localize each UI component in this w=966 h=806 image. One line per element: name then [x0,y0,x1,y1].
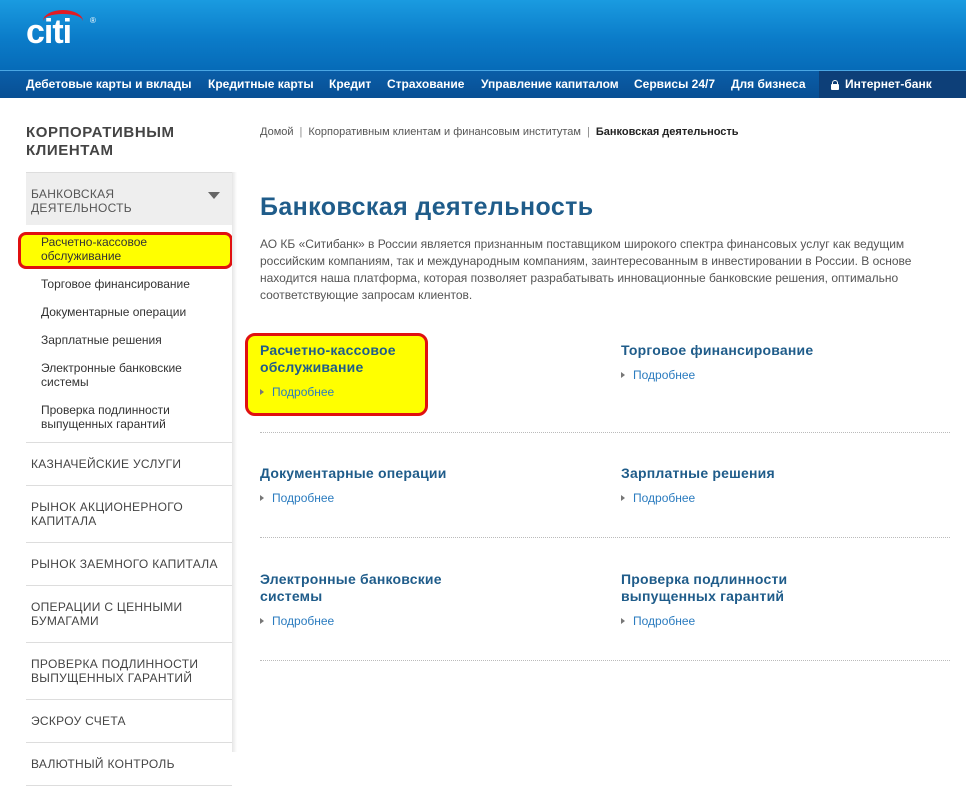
sidebar-section-guarantees[interactable]: ПРОВЕРКА ПОДЛИННОСТИ ВЫПУЩЕННЫХ ГАРАНТИЙ [26,642,232,699]
more-link[interactable]: Подробнее [621,368,695,382]
card-trade-finance: Торговое финансирование Подробнее [621,342,881,384]
internet-bank-button[interactable]: Интернет-банк [819,71,966,98]
sidebar-item-guarantees[interactable]: Проверка подлинности выпущенных гарантий [26,396,232,438]
more-link[interactable]: Подробнее [260,385,334,399]
more-link-label: Подробнее [272,385,335,399]
card-title[interactable]: Электронные банковские системы [260,571,460,605]
sidebar-item-ebanking[interactable]: Электронные банковские системы [26,354,232,396]
main-nav: Дебетовые карты и вклады Кредитные карты… [0,70,966,98]
triangle-right-icon [260,495,264,501]
triangle-right-icon [621,495,625,501]
sidebar-item-documentary[interactable]: Документарные операции [26,298,232,326]
breadcrumb-separator: | [299,126,303,138]
divider [260,537,950,538]
nav-item-credit-cards[interactable]: Кредитные карты [208,71,314,98]
breadcrumb-separator: | [587,126,590,138]
card-title[interactable]: Расчетно-кассовое обслуживание [260,342,430,376]
caret-down-icon[interactable] [208,192,220,199]
more-link[interactable]: Подробнее [621,491,695,505]
nav-item-insurance[interactable]: Страхование [387,71,464,98]
sidebar-section-debt[interactable]: РЫНОК ЗАЕМНОГО КАПИТАЛА [26,542,232,585]
nav-item-wealth[interactable]: Управление капиталом [481,71,619,98]
breadcrumb-current: Банковская деятельность [595,126,739,138]
sidebar-item-cash-services[interactable]: Расчетно-кассовое обслуживание [26,229,232,270]
card-title[interactable]: Торговое финансирование [621,342,881,359]
card-guarantees: Проверка подлинности выпущенных гарантий… [621,571,811,630]
site-header: citi ® [0,0,966,70]
breadcrumb: Домой | Корпоративным клиентам и финансовы… [260,126,739,138]
page-title: Банковская деятельность [260,193,594,221]
sidebar-section-currency-control[interactable]: ВАЛЮТНЫЙ КОНТРОЛЬ [26,742,232,786]
more-link-label: Подробнее [272,491,335,505]
divider [260,432,950,433]
divider [260,660,950,661]
breadcrumb-home[interactable]: Домой [260,126,294,138]
lock-icon [831,80,839,90]
nav-item-debit-cards[interactable]: Дебетовые карты и вклады [26,71,192,98]
card-title[interactable]: Документарные операции [260,465,520,482]
sidebar-sub-list: Расчетно-кассовое обслуживание Торговое … [26,225,232,442]
card-payroll: Зарплатные решения Подробнее [621,465,881,507]
card-title[interactable]: Зарплатные решения [621,465,881,482]
nav-item-credit[interactable]: Кредит [329,71,371,98]
sidebar-section-equity[interactable]: РЫНОК АКЦИОНЕРНОГО КАПИТАЛА [26,485,232,542]
sidebar-section-securities[interactable]: ОПЕРАЦИИ С ЦЕННЫМИ БУМАГАМИ [26,585,232,642]
sidebar-section-treasury[interactable]: КАЗНАЧЕЙСКИЕ УСЛУГИ [26,442,232,485]
sidebar-section-label: БАНКОВСКАЯ ДЕЯТЕЛЬНОСТЬ [31,187,132,215]
triangle-right-icon [621,618,625,624]
sidebar-section-escrow[interactable]: ЭСКРОУ СЧЕТА [26,699,232,742]
triangle-right-icon [260,618,264,624]
card-title[interactable]: Проверка подлинности выпущенных гарантий [621,571,811,605]
sidebar-title: КОРПОРАТИВНЫМ КЛИЕНТАМ [26,124,175,159]
internet-bank-label: Интернет-банк [845,77,932,91]
nav-item-business[interactable]: Для бизнеса [731,71,806,98]
more-link[interactable]: Подробнее [260,614,334,628]
sidebar: БАНКОВСКАЯ ДЕЯТЕЛЬНОСТЬ Расчетно-кассово… [26,172,232,786]
intro-text: АО КБ «Ситибанк» в России является призн… [260,237,912,302]
breadcrumb-parent[interactable]: Корпоративным клиентам и финансовым инст… [308,126,581,138]
more-link[interactable]: Подробнее [621,614,695,628]
registered-mark: ® [90,16,96,25]
sidebar-item-trade-finance[interactable]: Торговое финансирование [26,270,232,298]
sidebar-item-payroll[interactable]: Зарплатные решения [26,326,232,354]
logo-text: citi [26,13,72,51]
more-link[interactable]: Подробнее [260,491,334,505]
card-ebanking: Электронные банковские системы Подробнее [260,571,460,630]
citi-logo[interactable]: citi ® [26,10,96,51]
sidebar-section-banking[interactable]: БАНКОВСКАЯ ДЕЯТЕЛЬНОСТЬ [26,172,232,225]
triangle-right-icon [621,372,625,378]
card-cash-services: Расчетно-кассовое обслуживание Подробнее [260,342,430,401]
nav-item-services[interactable]: Сервисы 24/7 [634,71,715,98]
more-link-label: Подробнее [633,491,696,505]
card-documentary: Документарные операции Подробнее [260,465,520,507]
triangle-right-icon [260,389,264,395]
more-link-label: Подробнее [633,614,696,628]
more-link-label: Подробнее [633,368,696,382]
sidebar-shadow [232,172,237,752]
more-link-label: Подробнее [272,614,335,628]
